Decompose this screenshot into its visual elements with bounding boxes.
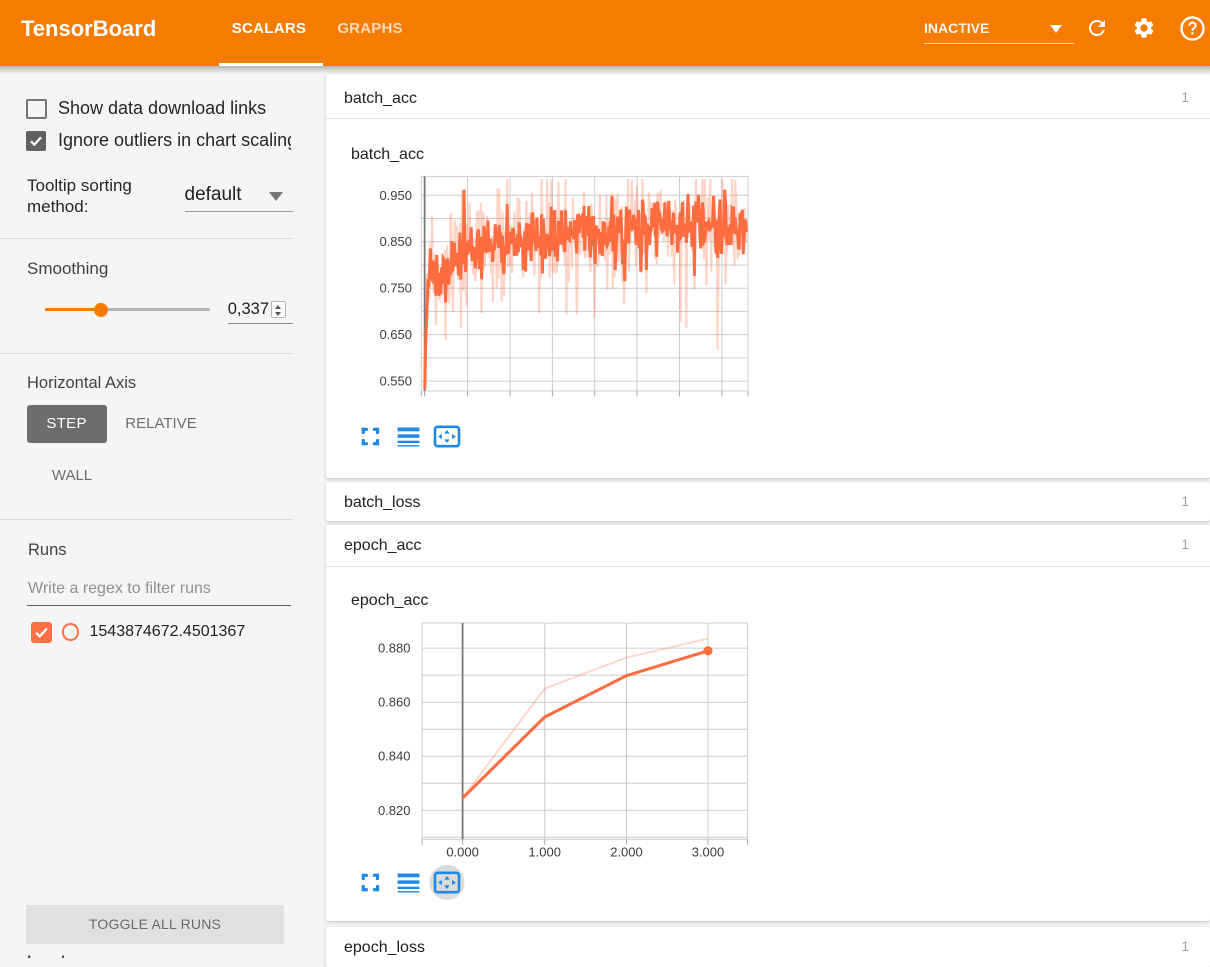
svg-text:0.840: 0.840 [378,749,411,764]
svg-text:0.000: 0.000 [446,845,479,860]
svg-text:0.820: 0.820 [378,803,411,818]
svg-text:0.860: 0.860 [378,695,411,710]
svg-text:3.000: 3.000 [692,845,725,860]
svg-text:2.000: 2.000 [610,845,643,860]
svg-text:0.850: 0.850 [379,234,412,249]
svg-text:0.950: 0.950 [379,188,412,203]
svg-text:0.880: 0.880 [378,641,411,656]
svg-text:0.550: 0.550 [379,374,412,389]
svg-text:1.000: 1.000 [528,845,561,860]
svg-text:0.750: 0.750 [379,281,412,296]
svg-text:0.650: 0.650 [379,327,412,342]
